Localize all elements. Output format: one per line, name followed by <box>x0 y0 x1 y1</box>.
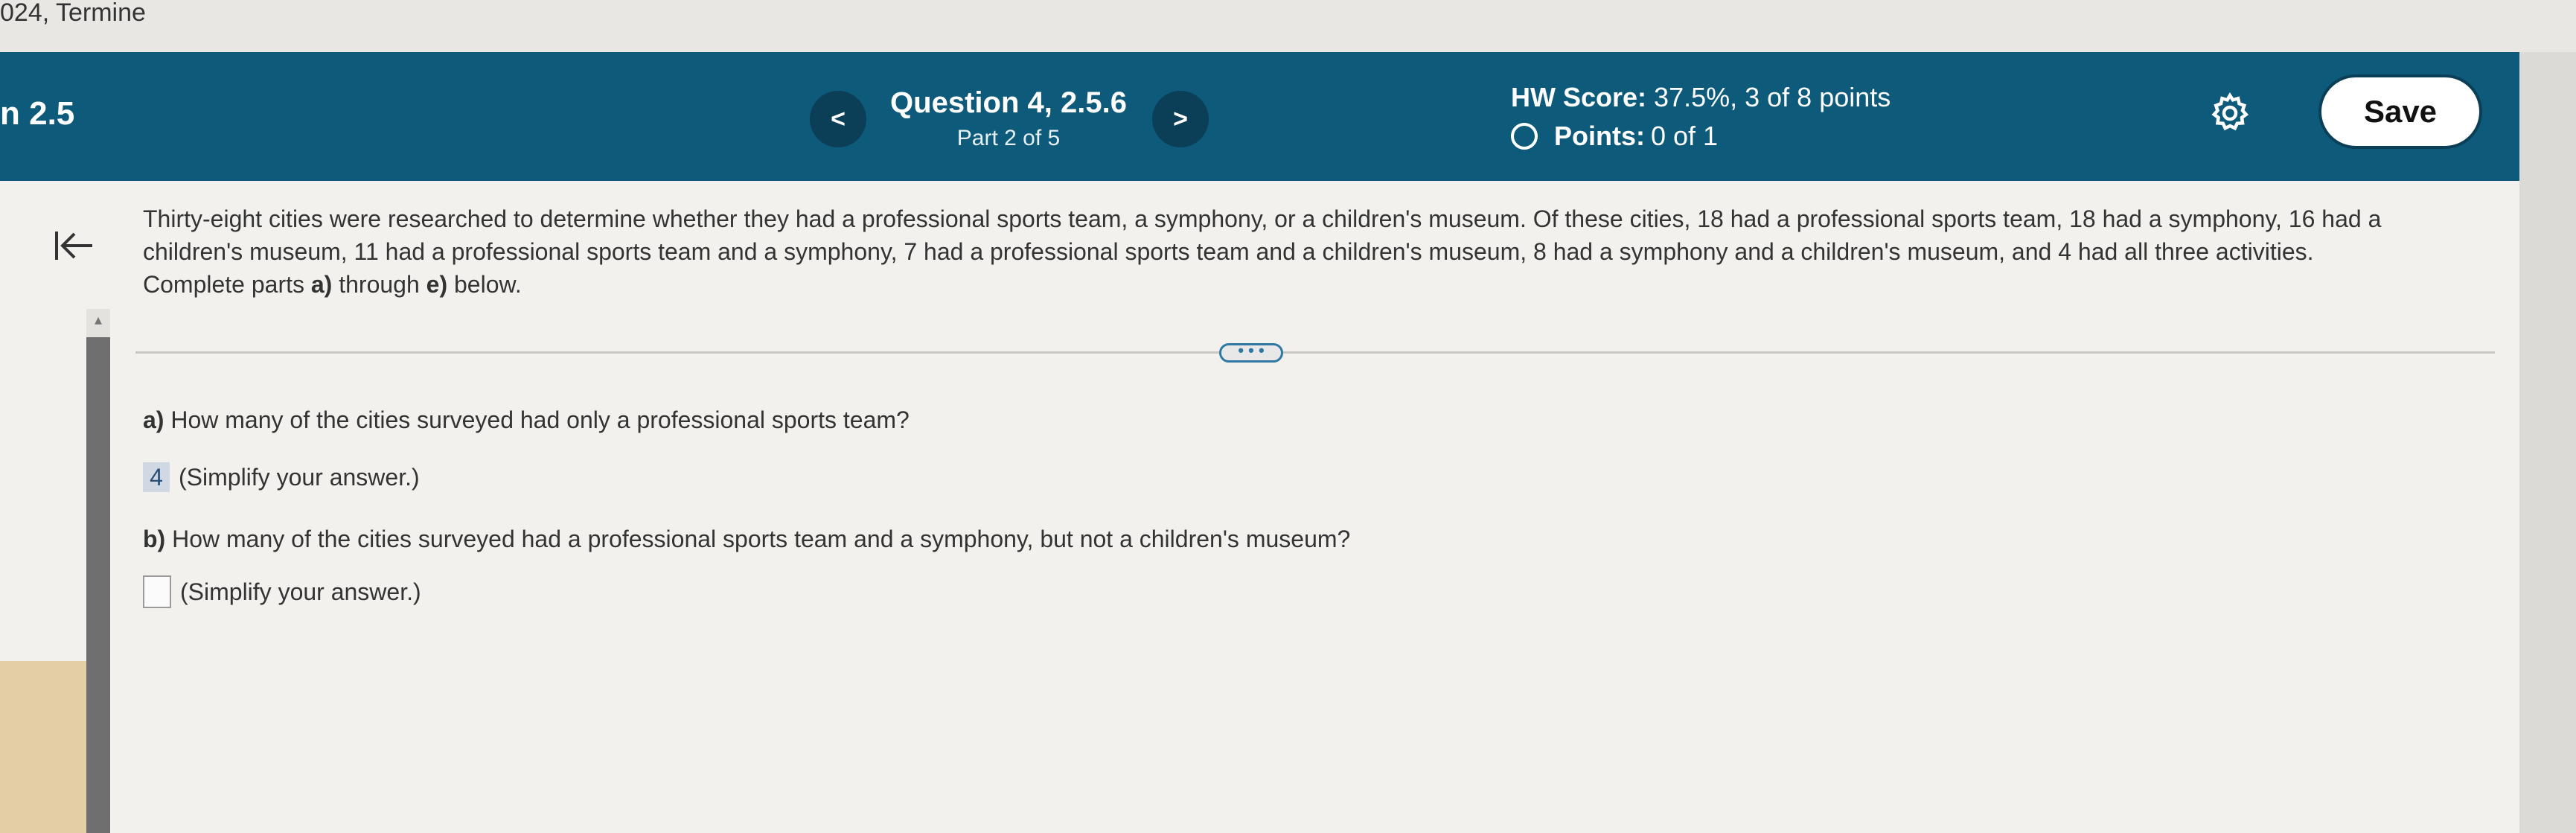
answer-a-row: 4 (Simplify your answer.) <box>143 462 420 492</box>
points-value: 0 of 1 <box>1651 121 1719 151</box>
points-label: Points: <box>1554 121 1645 151</box>
scroll-up-arrow-icon[interactable]: ▴ <box>86 309 110 337</box>
question-info: Question 4, 2.5.6 Part 2 of 5 <box>863 86 1154 151</box>
gear-icon[interactable] <box>2208 91 2252 135</box>
question-b-text: How many of the cities surveyed had a pr… <box>165 526 1351 552</box>
chevron-left-icon: < <box>831 105 846 133</box>
score-block: HW Score: 37.5%, 3 of 8 points Points: 0… <box>1511 82 1891 152</box>
points-status-circle-icon <box>1511 123 1538 150</box>
complete-prefix: Complete parts <box>143 271 311 298</box>
previous-question-button[interactable]: < <box>810 91 866 147</box>
question-a-text: How many of the cities surveyed had only… <box>164 406 910 433</box>
question-header: n 2.5 < Question 4, 2.5.6 Part 2 of 5 > … <box>0 52 2519 181</box>
question-title: Question 4, 2.5.6 <box>890 86 1127 119</box>
question-b: b) How many of the cities surveyed had a… <box>143 526 1350 553</box>
through-text: through <box>332 271 426 298</box>
chevron-right-icon: > <box>1173 105 1188 133</box>
answer-a-value[interactable]: 4 <box>143 462 170 492</box>
question-a: a) How many of the cities surveyed had o… <box>143 406 910 434</box>
problem-text: Thirty-eight cities were researched to d… <box>143 205 2382 265</box>
answer-b-row: (Simplify your answer.) <box>143 575 421 608</box>
answer-b-input[interactable] <box>143 575 171 608</box>
answer-a-hint: (Simplify your answer.) <box>179 463 420 491</box>
save-button[interactable]: Save <box>2318 74 2482 149</box>
course-title: 024, Termine <box>0 0 146 27</box>
part-start: a) <box>310 271 333 298</box>
question-part: Part 2 of 5 <box>956 126 1061 150</box>
hw-score: HW Score: 37.5%, 3 of 8 points <box>1511 82 1891 113</box>
question-a-letter: a) <box>143 406 164 433</box>
answer-b-hint: (Simplify your answer.) <box>180 578 421 605</box>
right-edge <box>2519 52 2576 833</box>
question-content: ▴ Thirty-eight cities were researched to… <box>0 181 2519 833</box>
hw-score-label: HW Score: <box>1511 82 1647 112</box>
question-b-letter: b) <box>143 526 166 552</box>
page: 024, Termine n 2.5 < Question 4, 2.5.6 P… <box>0 0 2576 833</box>
divider <box>135 351 2495 354</box>
collapse-left-icon[interactable] <box>52 227 97 264</box>
points-row: Points: 0 of 1 <box>1511 121 1891 152</box>
below-text: below. <box>447 271 522 298</box>
part-end: e) <box>426 271 448 298</box>
hw-score-value: 37.5%, 3 of 8 points <box>1654 82 1891 112</box>
section-label: n 2.5 <box>0 95 75 132</box>
expand-more-button[interactable]: • • • <box>1219 342 1283 363</box>
browser-top-strip: 024, Termine <box>0 0 2576 52</box>
next-question-button[interactable]: > <box>1152 91 1209 147</box>
left-panel-edge <box>0 661 86 833</box>
left-scrollbar[interactable] <box>86 337 110 833</box>
problem-statement: Thirty-eight cities were researched to d… <box>143 202 2487 301</box>
